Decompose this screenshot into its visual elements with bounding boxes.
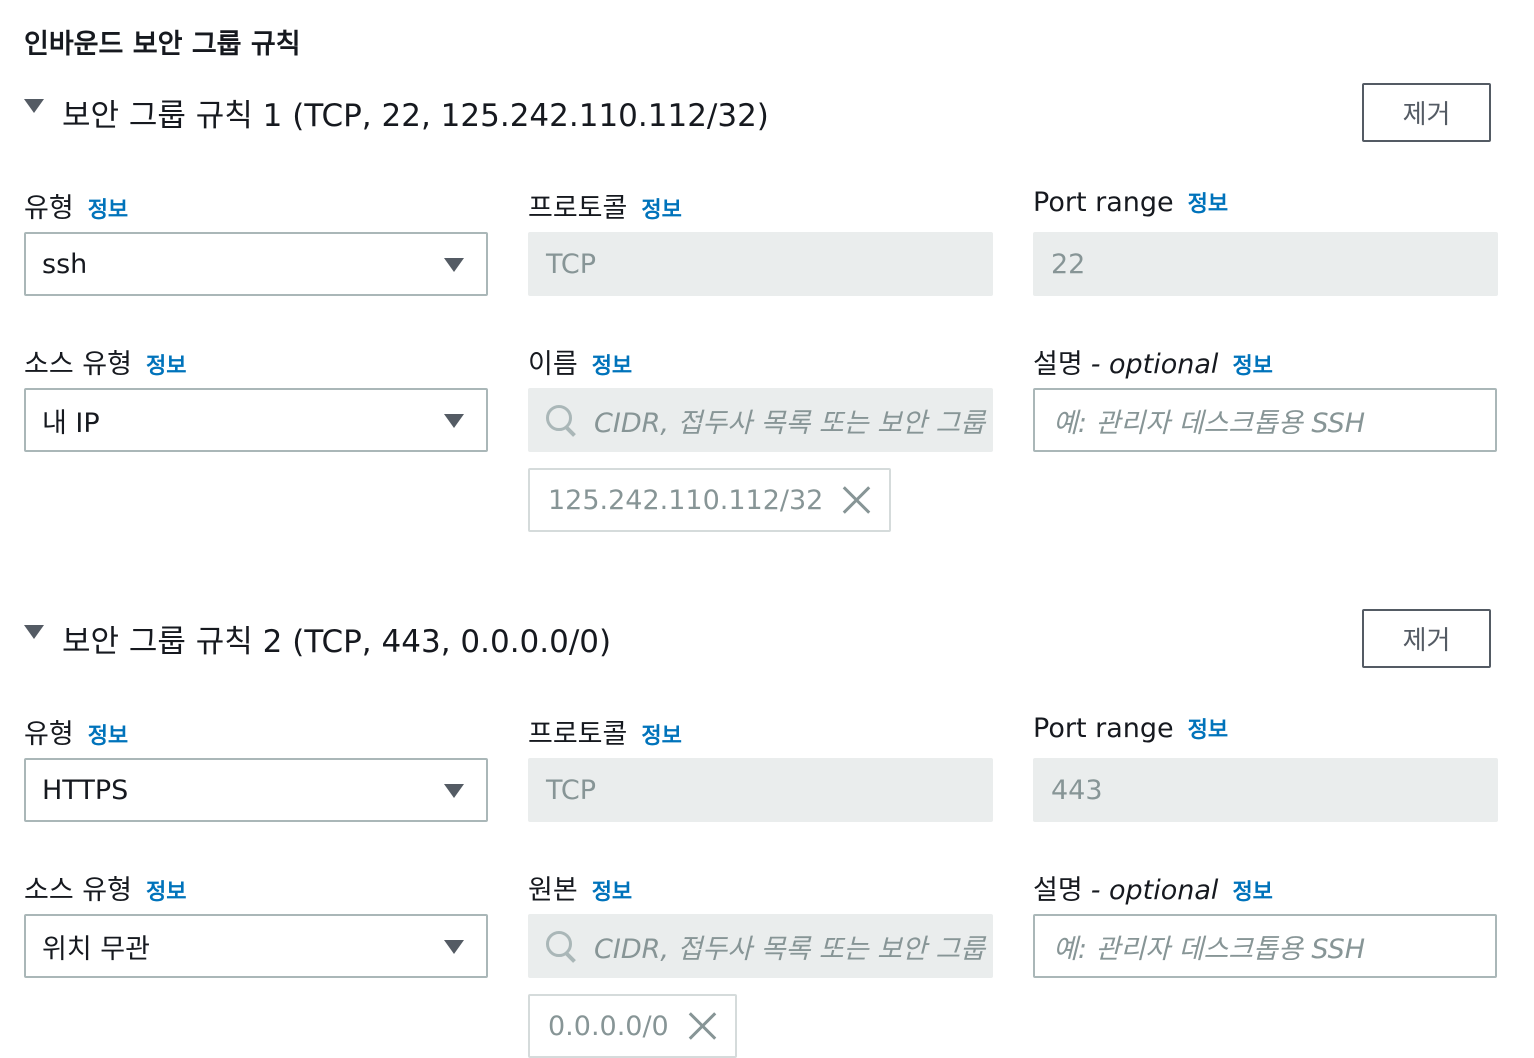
description-label: 설명 - optional 정보 [1033, 342, 1273, 381]
description-placeholder: 예: 관리자 데스크톱용 SSH [1053, 933, 1366, 965]
info-link[interactable]: 정보 [641, 192, 681, 224]
search-icon [544, 403, 578, 437]
port-range-label: Port range 정보 [1033, 186, 1228, 218]
dropdown-arrow-icon [444, 258, 464, 272]
optional-label: - optional [1090, 875, 1219, 906]
type-label: 유형 정보 [24, 186, 128, 225]
rule-2-header[interactable]: 보안 그룹 규칙 2 (TCP, 443, 0.0.0.0/0) [24, 616, 611, 661]
type-select[interactable]: HTTPS [24, 758, 488, 822]
type-select-value: HTTPS [42, 774, 129, 806]
info-link[interactable]: 정보 [88, 718, 128, 750]
optional-label: - optional [1090, 349, 1219, 380]
port-range-label-text: Port range [1033, 187, 1174, 218]
port-range-value: 22 [1051, 248, 1086, 280]
description-label-text: 설명 [1033, 349, 1083, 380]
info-link[interactable]: 정보 [1232, 348, 1272, 380]
protocol-label-text: 프로토콜 [528, 719, 628, 750]
source-search-placeholder: CIDR, 접두사 목록 또는 보안 그룹 [594, 933, 986, 965]
info-link[interactable]: 정보 [592, 874, 632, 906]
rule-2-title: 보안 그룹 규칙 2 (TCP, 443, 0.0.0.0/0) [62, 624, 612, 660]
source-type-label-text: 소스 유형 [24, 875, 132, 906]
protocol-field: TCP [528, 758, 993, 822]
type-label-text: 유형 [24, 719, 74, 750]
source-type-value: 위치 무관 [42, 933, 150, 965]
search-icon [544, 929, 578, 963]
description-label-text: 설명 [1033, 875, 1083, 906]
source-token-value: 125.242.110.112/32 [548, 484, 824, 516]
rule-1-header[interactable]: 보안 그룹 규칙 1 (TCP, 22, 125.242.110.112/32) [24, 90, 769, 135]
source-label-text: 원본 [528, 875, 578, 906]
protocol-label: 프로토콜 정보 [528, 186, 682, 225]
source-search-placeholder: CIDR, 접두사 목록 또는 보안 그룹 [594, 407, 986, 439]
info-link[interactable]: 정보 [146, 874, 186, 906]
info-link[interactable]: 정보 [592, 348, 632, 380]
info-link[interactable]: 정보 [1188, 712, 1228, 744]
port-range-label: Port range 정보 [1033, 712, 1228, 744]
source-search-input[interactable]: CIDR, 접두사 목록 또는 보안 그룹 [528, 388, 993, 452]
source-token: 125.242.110.112/32 [528, 468, 892, 532]
description-input[interactable]: 예: 관리자 데스크톱용 SSH [1033, 388, 1497, 452]
page-title: 인바운드 보안 그룹 규칙 [24, 29, 301, 60]
source-type-label-text: 소스 유형 [24, 349, 132, 380]
remove-rule-1-button[interactable]: 제거 [1362, 83, 1491, 142]
source-type-select[interactable]: 내 IP [24, 388, 488, 452]
close-icon[interactable] [687, 1011, 717, 1041]
source-search-input[interactable]: CIDR, 접두사 목록 또는 보안 그룹 [528, 914, 993, 978]
dropdown-arrow-icon [444, 784, 464, 798]
remove-rule-2-button[interactable]: 제거 [1362, 609, 1491, 668]
port-range-value: 443 [1051, 774, 1103, 806]
source-label-text: 이름 [528, 349, 578, 380]
info-link[interactable]: 정보 [146, 348, 186, 380]
description-placeholder: 예: 관리자 데스크톱용 SSH [1053, 407, 1366, 439]
source-type-label: 소스 유형 정보 [24, 868, 186, 907]
description-label: 설명 - optional 정보 [1033, 868, 1273, 907]
description-input[interactable]: 예: 관리자 데스크톱용 SSH [1033, 914, 1497, 978]
port-range-field: 22 [1033, 232, 1498, 296]
dropdown-arrow-icon [444, 414, 464, 428]
type-label: 유형 정보 [24, 712, 128, 751]
source-type-select[interactable]: 위치 무관 [24, 914, 488, 978]
port-range-label-text: Port range [1033, 713, 1174, 744]
rule-1-title: 보안 그룹 규칙 1 (TCP, 22, 125.242.110.112/32) [62, 98, 769, 134]
protocol-field: TCP [528, 232, 993, 296]
info-link[interactable]: 정보 [641, 718, 681, 750]
source-label: 원본 정보 [528, 868, 632, 907]
type-label-text: 유형 [24, 193, 74, 224]
type-select-value: ssh [42, 248, 88, 280]
protocol-label-text: 프로토콜 [528, 193, 628, 224]
caret-down-icon[interactable] [24, 624, 44, 639]
info-link[interactable]: 정보 [1232, 874, 1272, 906]
port-range-field: 443 [1033, 758, 1498, 822]
source-label: 이름 정보 [528, 342, 632, 381]
source-type-label: 소스 유형 정보 [24, 342, 186, 381]
source-type-value: 내 IP [42, 407, 100, 439]
close-icon[interactable] [841, 485, 871, 515]
source-token-value: 0.0.0.0/0 [548, 1010, 669, 1042]
source-token: 0.0.0.0/0 [528, 994, 737, 1058]
info-link[interactable]: 정보 [1188, 186, 1228, 218]
protocol-value: TCP [546, 248, 597, 280]
info-link[interactable]: 정보 [88, 192, 128, 224]
protocol-label: 프로토콜 정보 [528, 712, 682, 751]
dropdown-arrow-icon [444, 940, 464, 954]
type-select[interactable]: ssh [24, 232, 488, 296]
caret-down-icon[interactable] [24, 98, 44, 113]
protocol-value: TCP [546, 774, 597, 806]
